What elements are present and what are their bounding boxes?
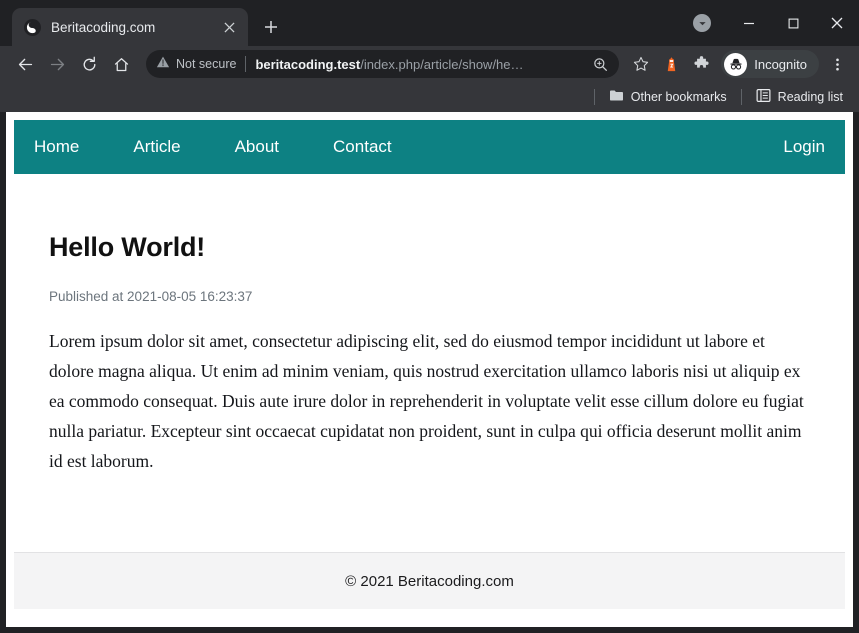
- incognito-hat-icon: [724, 53, 747, 76]
- browser-window: Beritacoding.com: [0, 0, 859, 633]
- maximize-button[interactable]: [771, 0, 815, 46]
- footer-copyright: © 2021 Beritacoding.com: [345, 573, 514, 590]
- lighthouse-extension-icon[interactable]: [657, 50, 685, 78]
- omnibox-divider: [245, 56, 246, 72]
- other-bookmarks-button[interactable]: Other bookmarks: [605, 86, 731, 108]
- tab-strip: Beritacoding.com: [0, 0, 859, 46]
- browser-tab[interactable]: Beritacoding.com: [12, 8, 248, 46]
- minimize-button[interactable]: [727, 0, 771, 46]
- url-host: beritacoding.test: [255, 57, 360, 72]
- reading-list-icon: [756, 88, 771, 106]
- folder-icon: [609, 89, 624, 105]
- article-container: Hello World! Published at 2021-08-05 16:…: [14, 174, 845, 552]
- nav-link-login[interactable]: Login: [783, 129, 825, 164]
- zoom-magnifier-icon[interactable]: [587, 51, 613, 77]
- back-arrow-icon[interactable]: [10, 49, 40, 79]
- nav-link-home[interactable]: Home: [34, 129, 79, 165]
- three-dot-menu-icon[interactable]: [823, 50, 851, 78]
- profile-label: Incognito: [754, 57, 807, 72]
- other-bookmarks-label: Other bookmarks: [631, 90, 727, 104]
- page-body: Hello World! Published at 2021-08-05 16:…: [6, 174, 853, 552]
- window-controls: [693, 0, 859, 46]
- site-navbar: Home Article About Contact Login: [14, 120, 845, 174]
- address-bar[interactable]: Not secure beritacoding.test/index.php/a…: [146, 50, 619, 78]
- url-text: beritacoding.test/index.php/article/show…: [255, 57, 587, 72]
- download-chevron-icon[interactable]: [693, 14, 711, 32]
- security-label: Not secure: [176, 57, 236, 71]
- home-icon[interactable]: [106, 49, 136, 79]
- bookmarks-divider-2: [741, 89, 742, 105]
- nav-right: Login: [783, 137, 825, 157]
- nav-link-about[interactable]: About: [235, 129, 279, 165]
- browser-toolbar: Not secure beritacoding.test/index.php/a…: [0, 46, 859, 82]
- puzzle-piece-icon[interactable]: [687, 50, 715, 78]
- url-path: /index.php/article/show/he…: [360, 57, 523, 72]
- reload-icon[interactable]: [74, 49, 104, 79]
- site-footer: © 2021 Beritacoding.com: [14, 552, 845, 609]
- star-icon[interactable]: [627, 50, 655, 78]
- globe-icon: [24, 19, 41, 36]
- bookmarks-bar: Other bookmarks Reading list: [0, 82, 859, 112]
- article-title: Hello World!: [49, 232, 810, 263]
- nav-link-article[interactable]: Article: [133, 129, 180, 165]
- reading-list-label: Reading list: [778, 90, 843, 104]
- page-viewport: Home Article About Contact Login Hello W…: [6, 112, 853, 627]
- tab-title: Beritacoding.com: [51, 20, 218, 35]
- article-body-text: Lorem ipsum dolor sit amet, consectetur …: [49, 326, 810, 476]
- close-window-button[interactable]: [815, 0, 859, 46]
- profile-incognito-button[interactable]: Incognito: [721, 50, 819, 78]
- forward-arrow-icon[interactable]: [42, 49, 72, 79]
- nav-links: Home Article About Contact: [34, 129, 783, 165]
- close-tab-icon[interactable]: [218, 16, 240, 38]
- nav-link-contact[interactable]: Contact: [333, 129, 392, 165]
- new-tab-button[interactable]: [256, 12, 286, 42]
- reading-list-button[interactable]: Reading list: [752, 85, 847, 109]
- bookmarks-divider-1: [594, 89, 595, 105]
- security-status[interactable]: Not secure: [156, 55, 236, 74]
- article-published-meta: Published at 2021-08-05 16:23:37: [49, 289, 810, 304]
- warning-triangle-icon: [156, 55, 170, 74]
